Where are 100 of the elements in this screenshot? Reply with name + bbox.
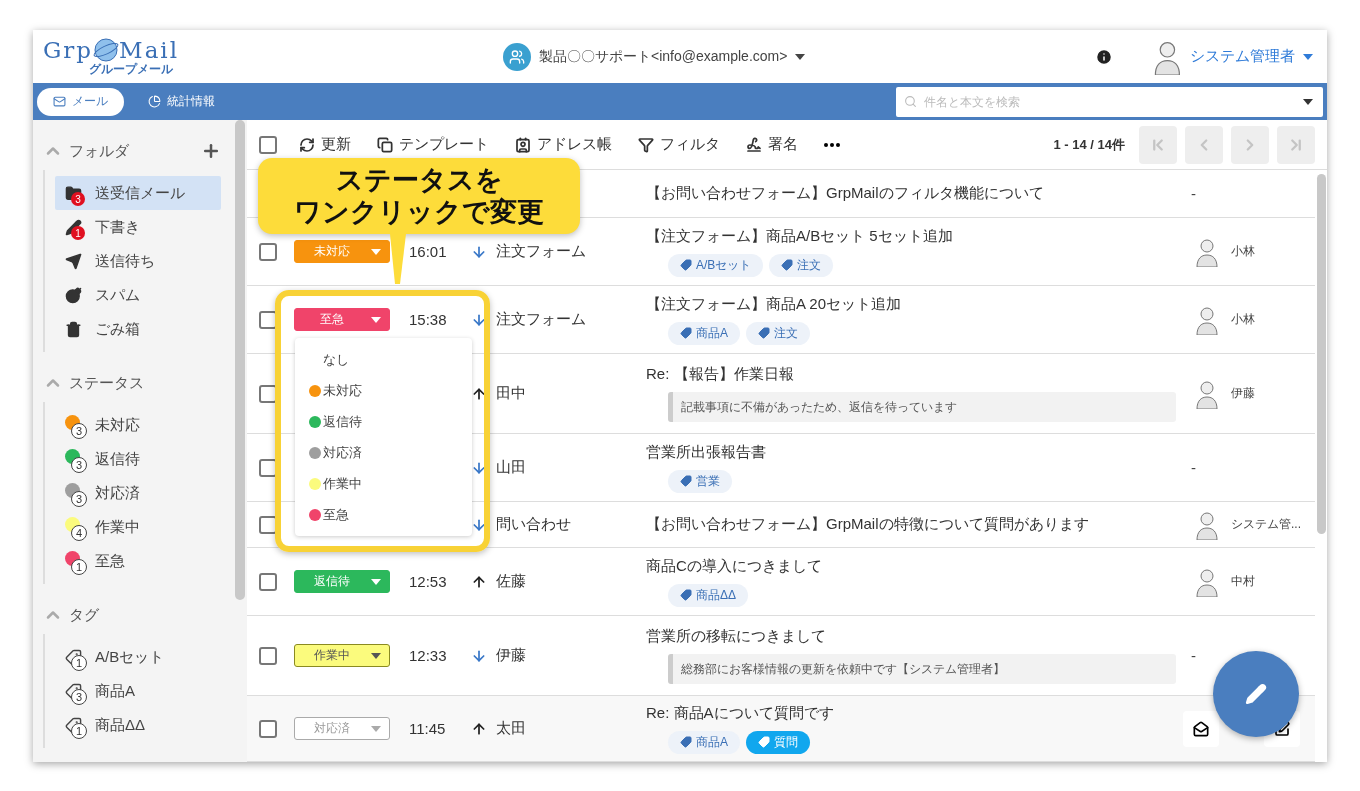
toolbar-button[interactable]: 更新 <box>295 135 355 154</box>
status-option[interactable]: 対応済 <box>295 437 472 468</box>
scrollbar-thumb[interactable] <box>1316 174 1326 534</box>
time-text: 12:53 <box>409 573 447 590</box>
globe-icon <box>93 37 120 63</box>
status-filter-item[interactable]: 3 対応済 <box>55 476 221 510</box>
status-option[interactable]: 返信待 <box>295 406 472 437</box>
caret-icon <box>371 317 381 323</box>
tag-filter-item[interactable]: 3 商品A <box>55 674 221 708</box>
sender-text: 伊藤 <box>496 646 526 665</box>
assignee-name: 小林 <box>1231 311 1255 328</box>
tag-chip[interactable]: 注文 <box>769 253 834 277</box>
tag-icon <box>65 648 82 666</box>
tag-chip[interactable]: 商品A <box>668 730 740 754</box>
unread-badge: 1 <box>71 226 85 240</box>
subject-text: 【注文フォーム】商品A/Bセット 5セット追加 <box>646 226 954 246</box>
subject-text: 営業所の移転につきまして <box>646 627 827 646</box>
folder-item[interactable]: スパム <box>55 278 221 312</box>
scrollbar-thumb[interactable] <box>235 120 245 600</box>
info-icon[interactable] <box>1095 47 1114 66</box>
tag-icon <box>680 475 692 487</box>
sender-text: 山田 <box>496 458 526 477</box>
section-title: ステータス <box>69 373 144 393</box>
row-checkbox[interactable] <box>259 242 277 261</box>
toolbar-button[interactable]: 署名 <box>742 135 802 154</box>
status-dropdown[interactable]: 至急 <box>294 308 390 331</box>
nav-tab[interactable]: 統計情報 <box>132 87 231 116</box>
caret-icon <box>1303 98 1313 105</box>
assignee-text: - <box>1191 185 1196 202</box>
row-checkbox[interactable] <box>259 572 277 591</box>
sender-text: 注文フォーム <box>496 242 586 261</box>
subject-text: 営業所出張報告書 <box>646 442 767 462</box>
assignee-name: 伊藤 <box>1231 385 1255 402</box>
status-option[interactable]: 至急 <box>295 499 472 530</box>
status-option[interactable]: 未対応 <box>295 375 472 406</box>
count-badge: 1 <box>71 559 87 575</box>
folder-item[interactable]: 1 下書き <box>55 210 221 244</box>
tag-chip[interactable]: 注文 <box>746 321 810 345</box>
search-icon <box>904 94 917 108</box>
tag-chip[interactable]: 商品ΔΔ <box>668 583 749 607</box>
logo: Grp Mail グループメール <box>43 37 181 76</box>
account-selector[interactable]: 製品〇〇サポート<info@example.com> <box>503 42 806 71</box>
caret-icon <box>1303 53 1313 60</box>
folder-item[interactable]: 送信待ち <box>55 244 221 278</box>
row-checkbox[interactable] <box>259 719 277 738</box>
assignee-text: - <box>1191 647 1196 664</box>
folder-item[interactable]: ごみ箱 <box>55 312 221 346</box>
envelope-icon <box>53 95 66 108</box>
bomb-icon <box>65 286 82 304</box>
tag-chip[interactable]: 商品A <box>668 321 740 345</box>
count-badge: 3 <box>71 457 87 473</box>
tag-icon <box>680 327 692 339</box>
mail-open-button[interactable] <box>1183 710 1219 747</box>
status-filter-item[interactable]: 4 作業中 <box>55 510 221 544</box>
tag-icon <box>781 259 794 271</box>
pagination-range: 1 - 14 / 14件 <box>1053 135 1125 154</box>
status-filter-item[interactable]: 3 返信待 <box>55 442 221 476</box>
sender-text: 問い合わせ <box>496 515 571 534</box>
status-option[interactable]: 作業中 <box>295 468 472 499</box>
count-badge: 1 <box>71 723 87 739</box>
time-text: 16:01 <box>409 243 447 260</box>
toolbar-button[interactable]: アドレス帳 <box>511 135 616 154</box>
caret-icon <box>795 53 806 60</box>
time-text: 15:38 <box>409 311 447 328</box>
copy-icon <box>377 136 393 153</box>
tag-icon <box>65 716 82 734</box>
tag-chip[interactable]: 営業 <box>668 469 732 493</box>
toolbar-button[interactable]: テンプレート <box>373 135 493 154</box>
tag-icon <box>758 327 770 339</box>
count-badge: 3 <box>71 423 87 439</box>
folder-item[interactable]: 3 送受信メール <box>55 176 221 210</box>
plus-icon[interactable] <box>201 141 221 161</box>
status-dropdown[interactable]: 作業中 <box>294 644 390 667</box>
status-filter-item[interactable]: 1 至急 <box>55 544 221 578</box>
tag-icon <box>758 736 770 748</box>
nav-tab[interactable]: メール <box>37 87 124 116</box>
subject-text: Re: 商品Aについて質問です <box>646 703 835 723</box>
tag-chip[interactable]: A/Bセット <box>668 253 764 277</box>
contact-card-icon <box>515 136 531 153</box>
mail-row[interactable]: 対応済 11:45 太田 Re: 商品Aについて質問です 商品A 質問 <box>247 696 1315 762</box>
sender-text: 佐藤 <box>496 572 526 591</box>
filter-icon <box>638 136 654 153</box>
tag-filter-item[interactable]: 1 商品ΔΔ <box>55 708 221 742</box>
assignee-name: 中村 <box>1231 573 1255 590</box>
assignee-text: - <box>1191 459 1196 476</box>
select-all-checkbox[interactable] <box>259 135 277 154</box>
status-filter-item[interactable]: 3 未対応 <box>55 408 221 442</box>
subject-text: Re: 【報告】作業日報 <box>646 365 795 384</box>
user-menu[interactable]: システム管理者 <box>1153 38 1313 75</box>
search-field[interactable]: 件名と本文を検索 <box>896 86 1323 117</box>
toolbar-button[interactable]: フィルタ <box>634 135 724 154</box>
subject-text: 商品Cの導入につきまして <box>646 556 823 576</box>
time-text: 11:45 <box>409 720 446 737</box>
sender-text: 田中 <box>496 384 526 403</box>
row-checkbox[interactable] <box>259 646 277 665</box>
caret-icon <box>371 579 381 585</box>
section-title: フォルダ <box>69 141 129 161</box>
tag-filter-item[interactable]: 1 A/Bセット <box>55 640 221 674</box>
trash-icon <box>65 320 82 338</box>
caret-icon <box>371 726 381 732</box>
